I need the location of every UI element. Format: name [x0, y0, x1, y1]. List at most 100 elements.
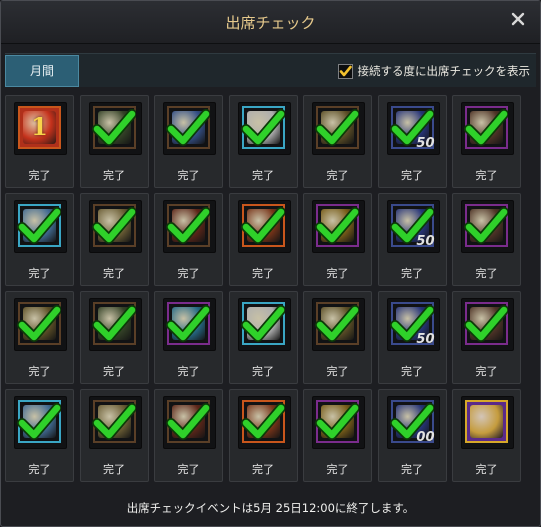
show-on-login-option[interactable]: 接続する度に出席チェックを表示 — [337, 61, 531, 81]
completed-check-icon — [166, 305, 210, 342]
reward-slot — [312, 102, 365, 155]
tab-monthly[interactable]: 月間 — [5, 55, 79, 87]
status-label: 完了 — [326, 169, 349, 182]
status-label: 完了 — [103, 463, 125, 476]
quantity-badge: 00 — [416, 430, 435, 445]
day-28-slot[interactable]: 完了 — [452, 389, 521, 482]
status-label: 完了 — [326, 267, 349, 280]
reward-slot — [88, 396, 142, 449]
reward-slot — [14, 298, 67, 351]
rank-number-1-icon: 1 — [31, 112, 48, 141]
status-label: 完了 — [475, 267, 498, 280]
status-label: 完了 — [326, 365, 349, 378]
status-label: 完了 — [475, 169, 498, 182]
day-2-slot[interactable]: 完了 — [79, 95, 149, 188]
show-on-login-checkbox[interactable] — [337, 63, 353, 79]
close-icon[interactable] — [510, 11, 526, 27]
day-19-slot[interactable]: 完了 — [303, 291, 372, 384]
completed-check-icon — [240, 207, 285, 244]
day-1-slot[interactable]: 1 完了 — [5, 95, 74, 188]
day-10-slot[interactable]: 完了 — [154, 193, 223, 286]
reward-slot — [163, 200, 216, 253]
day-24-slot[interactable]: 完了 — [154, 389, 223, 482]
status-label: 完了 — [28, 463, 51, 476]
day-9-slot[interactable]: 完了 — [79, 193, 149, 286]
day-6-slot[interactable]: 50 完了 — [377, 95, 447, 188]
day-22-slot[interactable]: 完了 — [5, 389, 74, 482]
reward-slot — [163, 102, 216, 155]
reward-frame: 1 — [18, 106, 61, 149]
day-12-slot[interactable]: 完了 — [303, 193, 372, 286]
quantity-badge: 50 — [416, 234, 435, 249]
reward-slot — [14, 396, 67, 449]
day-27-slot[interactable]: 00 完了 — [377, 389, 447, 482]
status-label: 完了 — [103, 267, 125, 280]
status-label: 完了 — [103, 365, 125, 378]
day-23-slot[interactable]: 完了 — [79, 389, 149, 482]
reward-slot — [14, 200, 67, 253]
day-21-slot[interactable]: 完了 — [452, 291, 521, 384]
completed-check-icon — [315, 403, 359, 440]
reward-slot — [163, 396, 216, 449]
completed-check-icon — [17, 207, 61, 244]
completed-check-icon — [315, 109, 359, 146]
day-25-slot[interactable]: 完了 — [228, 389, 298, 482]
status-label: 完了 — [401, 267, 423, 280]
reward-slot — [461, 298, 514, 351]
completed-check-icon — [17, 305, 61, 342]
reward-slot: 50 — [386, 102, 440, 155]
completed-check-icon — [464, 207, 508, 244]
day-4-slot[interactable]: 完了 — [228, 95, 298, 188]
completed-check-icon — [315, 305, 359, 342]
reward-slot — [237, 396, 291, 449]
reward-slot — [312, 200, 365, 253]
status-label: 完了 — [475, 463, 498, 476]
status-label: 完了 — [326, 463, 349, 476]
reward-slot: 50 — [386, 298, 440, 351]
day-17-slot[interactable]: 完了 — [154, 291, 223, 384]
day-7-slot[interactable]: 完了 — [452, 95, 521, 188]
completed-check-icon — [91, 403, 136, 440]
day-20-slot[interactable]: 50 完了 — [377, 291, 447, 384]
status-label: 完了 — [103, 169, 125, 182]
title-bar: 出席チェック — [1, 1, 540, 44]
window-title: 出席チェック — [225, 14, 316, 32]
status-label: 完了 — [401, 365, 423, 378]
reward-slot: 1 — [14, 102, 67, 155]
attendance-window: 出席チェック 月間 接続する度に出席チェックを表示 1 完了 完了 完了 完了 完了 50 完… — [0, 0, 541, 527]
day-5-slot[interactable]: 完了 — [303, 95, 372, 188]
day-8-slot[interactable]: 完了 — [5, 193, 74, 286]
reward-slot: 50 — [386, 200, 440, 253]
status-label: 完了 — [28, 365, 51, 378]
status-label: 完了 — [401, 169, 423, 182]
completed-check-icon — [166, 109, 210, 146]
reward-slot — [461, 200, 514, 253]
completed-check-icon — [91, 305, 136, 342]
show-on-login-label: 接続する度に出席チェックを表示 — [357, 64, 531, 78]
status-label: 完了 — [177, 365, 200, 378]
completed-check-icon — [166, 207, 210, 244]
reward-slot — [312, 298, 365, 351]
completed-check-icon — [240, 403, 285, 440]
day-13-slot[interactable]: 50 完了 — [377, 193, 447, 286]
completed-check-icon — [464, 109, 508, 146]
completed-check-icon — [240, 305, 285, 342]
reward-slot — [461, 102, 514, 155]
day-14-slot[interactable]: 完了 — [452, 193, 521, 286]
status-label: 完了 — [401, 463, 423, 476]
day-16-slot[interactable]: 完了 — [79, 291, 149, 384]
day-3-slot[interactable]: 完了 — [154, 95, 223, 188]
status-label: 完了 — [177, 267, 200, 280]
day-11-slot[interactable]: 完了 — [228, 193, 298, 286]
event-end-notice: 出席チェックイベントは5月 25日12:00に終了します。 — [126, 501, 415, 515]
day-15-slot[interactable]: 完了 — [5, 291, 74, 384]
day-26-slot[interactable]: 完了 — [303, 389, 372, 482]
completed-check-icon — [91, 109, 136, 146]
reward-frame — [465, 400, 508, 443]
status-label: 完了 — [252, 267, 274, 280]
day-18-slot[interactable]: 完了 — [228, 291, 298, 384]
completed-check-icon — [240, 109, 285, 146]
status-label: 完了 — [252, 365, 274, 378]
completed-check-icon — [464, 305, 508, 342]
quantity-badge: 50 — [416, 136, 435, 151]
